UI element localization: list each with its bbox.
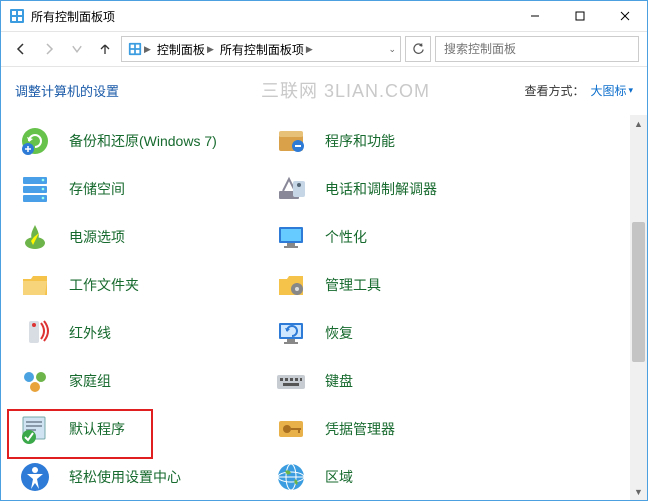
address-bar: ▶ 控制面板▶ 所有控制面板项▶ ⌄: [1, 31, 647, 67]
cp-item-backup[interactable]: 备份和还原(Windows 7): [15, 121, 217, 161]
forward-button[interactable]: [37, 37, 61, 61]
minimize-button[interactable]: [512, 1, 557, 31]
infrared-icon: [15, 313, 55, 353]
power-icon: [15, 217, 55, 257]
credentials-icon: [271, 409, 311, 449]
cp-item-storage[interactable]: 存储空间: [15, 169, 125, 209]
recent-dropdown[interactable]: [65, 37, 89, 61]
breadcrumb-root-icon[interactable]: ▶: [126, 42, 153, 56]
cp-item-keyboard[interactable]: 键盘: [271, 361, 353, 401]
personalize-icon: [271, 217, 311, 257]
maximize-button[interactable]: [557, 1, 602, 31]
cp-item-admintools[interactable]: 管理工具: [271, 265, 381, 305]
cp-item-label: 轻松使用设置中心: [69, 467, 181, 487]
search-input[interactable]: [435, 36, 639, 62]
cp-item-label: 区域: [325, 467, 353, 487]
cp-item-modem[interactable]: 电话和调制解调器: [271, 169, 437, 209]
cp-item-homegroup[interactable]: 家庭组: [15, 361, 111, 401]
breadcrumb-dropdown-icon[interactable]: ⌄: [388, 44, 396, 55]
cp-item-infrared[interactable]: 红外线: [15, 313, 111, 353]
window-title: 所有控制面板项: [31, 8, 512, 25]
storage-icon: [15, 169, 55, 209]
search-field[interactable]: [442, 41, 632, 57]
scroll-up-arrow[interactable]: ▲: [630, 115, 647, 132]
back-button[interactable]: [9, 37, 33, 61]
cp-item-label: 电话和调制解调器: [325, 179, 437, 199]
programs-icon: [271, 121, 311, 161]
cp-item-region[interactable]: 区域: [271, 457, 353, 497]
cp-item-label: 管理工具: [325, 275, 381, 295]
cp-item-label: 存储空间: [69, 179, 125, 199]
cp-item-label: 个性化: [325, 227, 367, 247]
cp-item-credentials[interactable]: 凭据管理器: [271, 409, 395, 449]
cp-item-ease[interactable]: 轻松使用设置中心: [15, 457, 181, 497]
cp-item-label: 电源选项: [69, 227, 125, 247]
content-area: 备份和还原(Windows 7) 程序和功能存储空间 电话和调制解调器电源选项 个性化…: [1, 115, 647, 500]
cp-item-label: 恢复: [325, 323, 353, 343]
cp-item-label: 备份和还原(Windows 7): [69, 131, 217, 151]
scroll-down-arrow[interactable]: ▼: [630, 483, 647, 500]
keyboard-icon: [271, 361, 311, 401]
modem-icon: [271, 169, 311, 209]
cp-item-defaults[interactable]: 默认程序: [15, 409, 125, 449]
breadcrumb[interactable]: ▶ 控制面板▶ 所有控制面板项▶ ⌄: [121, 36, 401, 62]
workfolders-icon: [15, 265, 55, 305]
titlebar: 所有控制面板项: [1, 1, 647, 31]
defaults-icon: [15, 409, 55, 449]
page-title: 调整计算机的设置: [15, 81, 524, 100]
view-by-control: 查看方式： 大图标▾: [524, 82, 633, 99]
cp-item-label: 工作文件夹: [69, 275, 139, 295]
window-buttons: [512, 1, 647, 31]
scroll-track[interactable]: [630, 132, 647, 483]
cp-item-label: 键盘: [325, 371, 353, 391]
ease-icon: [15, 457, 55, 497]
cp-item-programs[interactable]: 程序和功能: [271, 121, 395, 161]
cp-item-personalize[interactable]: 个性化: [271, 217, 367, 257]
control-panel-window: 所有控制面板项 ▶ 控制面板▶ 所有控制面板项▶ ⌄ 三联网 3LIAN.COM: [0, 0, 648, 501]
breadcrumb-seg-control-panel[interactable]: 控制面板▶: [155, 41, 216, 58]
content-header: 三联网 3LIAN.COM 调整计算机的设置 查看方式： 大图标▾: [1, 67, 647, 108]
cp-item-label: 家庭组: [69, 371, 111, 391]
up-button[interactable]: [93, 37, 117, 61]
recovery-icon: [271, 313, 311, 353]
region-icon: [271, 457, 311, 497]
scroll-thumb[interactable]: [632, 222, 645, 362]
cp-item-label: 凭据管理器: [325, 419, 395, 439]
control-panel-icon: [9, 8, 25, 24]
cp-item-workfolders[interactable]: 工作文件夹: [15, 265, 139, 305]
cp-item-recovery[interactable]: 恢复: [271, 313, 353, 353]
breadcrumb-seg-all-items[interactable]: 所有控制面板项▶: [218, 41, 315, 58]
refresh-button[interactable]: [405, 36, 431, 62]
close-button[interactable]: [602, 1, 647, 31]
cp-item-label: 程序和功能: [325, 131, 395, 151]
cp-item-power[interactable]: 电源选项: [15, 217, 125, 257]
vertical-scrollbar[interactable]: ▲ ▼: [630, 115, 647, 500]
view-by-select[interactable]: 大图标▾: [590, 82, 633, 99]
view-by-label: 查看方式：: [524, 82, 584, 99]
homegroup-icon: [15, 361, 55, 401]
cp-item-label: 默认程序: [69, 419, 125, 439]
backup-icon: [15, 121, 55, 161]
admintools-icon: [271, 265, 311, 305]
cp-item-label: 红外线: [69, 323, 111, 343]
